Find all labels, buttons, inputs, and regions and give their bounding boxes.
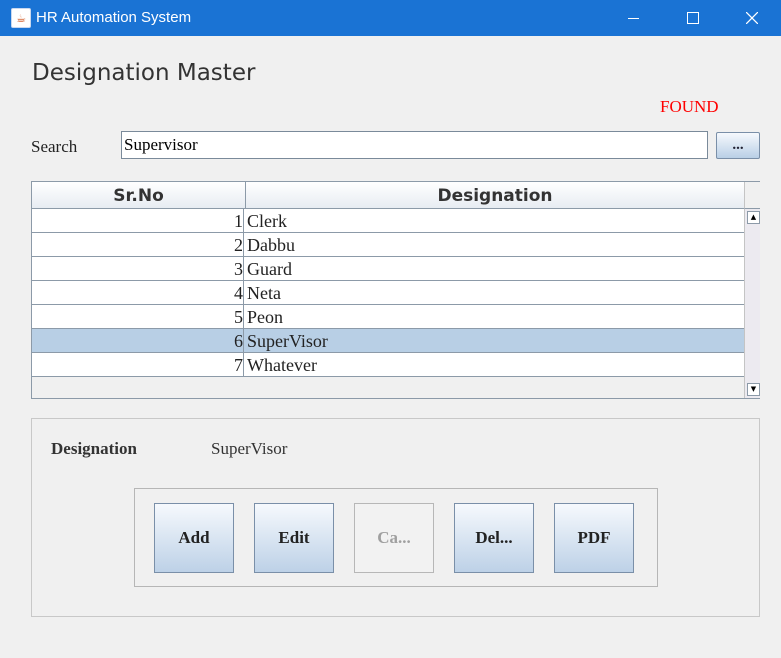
table-row[interactable]: 7 Whatever xyxy=(32,353,744,377)
browse-button[interactable]: ... xyxy=(716,132,760,159)
close-button[interactable] xyxy=(723,0,781,36)
column-header-designation[interactable]: Designation xyxy=(246,182,744,208)
status-label: FOUND xyxy=(660,97,719,116)
edit-button[interactable]: Edit xyxy=(254,503,334,573)
table-row[interactable]: 1 Clerk xyxy=(32,209,744,233)
table-row[interactable]: 5 Peon xyxy=(32,305,744,329)
cell-designation: Guard xyxy=(247,259,292,279)
scroll-up-icon[interactable]: ▲ xyxy=(747,211,760,224)
cell-designation: Peon xyxy=(247,307,283,327)
cell-designation: SuperVisor xyxy=(247,331,328,351)
pdf-button[interactable]: PDF xyxy=(554,503,634,573)
search-input[interactable] xyxy=(121,131,708,159)
cell-srno: 3 xyxy=(32,257,244,280)
cell-designation: Dabbu xyxy=(247,235,295,255)
cell-srno: 7 xyxy=(32,353,244,376)
cell-srno: 4 xyxy=(32,281,244,304)
minimize-icon xyxy=(627,17,639,19)
scroll-down-icon[interactable]: ▼ xyxy=(747,383,760,396)
add-button[interactable]: Add xyxy=(154,503,234,573)
cell-srno: 5 xyxy=(32,305,244,328)
cell-srno: 1 xyxy=(32,209,244,232)
table-header: Sr.No Designation xyxy=(32,182,744,209)
designation-value: SuperVisor xyxy=(211,439,288,458)
cell-srno: 2 xyxy=(32,233,244,256)
table-row[interactable]: 4 Neta xyxy=(32,281,744,305)
maximize-button[interactable] xyxy=(664,0,722,36)
cancel-button: Ca... xyxy=(354,503,434,573)
column-header-srno[interactable]: Sr.No xyxy=(32,182,246,208)
window-title: HR Automation System xyxy=(36,9,192,26)
vertical-scrollbar[interactable]: ▲ ▼ xyxy=(744,209,760,398)
table-row[interactable]: 3 Guard xyxy=(32,257,744,281)
table-row[interactable]: 2 Dabbu xyxy=(32,233,744,257)
table-body: 1 Clerk 2 Dabbu 3 Guard 4 Neta 5 Peon 6 … xyxy=(32,209,744,377)
minimize-button[interactable] xyxy=(604,0,662,36)
designation-label: Designation xyxy=(51,439,137,458)
maximize-icon xyxy=(687,12,699,24)
search-label: Search xyxy=(31,137,78,156)
designation-table: Sr.No Designation 1 Clerk 2 Dabbu 3 Guar… xyxy=(31,181,760,399)
cell-srno: 6 xyxy=(32,329,244,352)
title-bar: ☕ HR Automation System xyxy=(0,0,781,36)
close-icon xyxy=(746,12,758,24)
cell-designation: Clerk xyxy=(247,211,287,231)
table-corner xyxy=(744,182,760,209)
delete-button[interactable]: Del... xyxy=(454,503,534,573)
java-coffee-icon[interactable]: ☕ xyxy=(11,8,31,28)
cell-designation: Whatever xyxy=(247,355,317,375)
page-title: Designation Master xyxy=(32,60,256,86)
cell-designation: Neta xyxy=(247,283,281,303)
table-row-selected[interactable]: 6 SuperVisor xyxy=(32,329,744,353)
